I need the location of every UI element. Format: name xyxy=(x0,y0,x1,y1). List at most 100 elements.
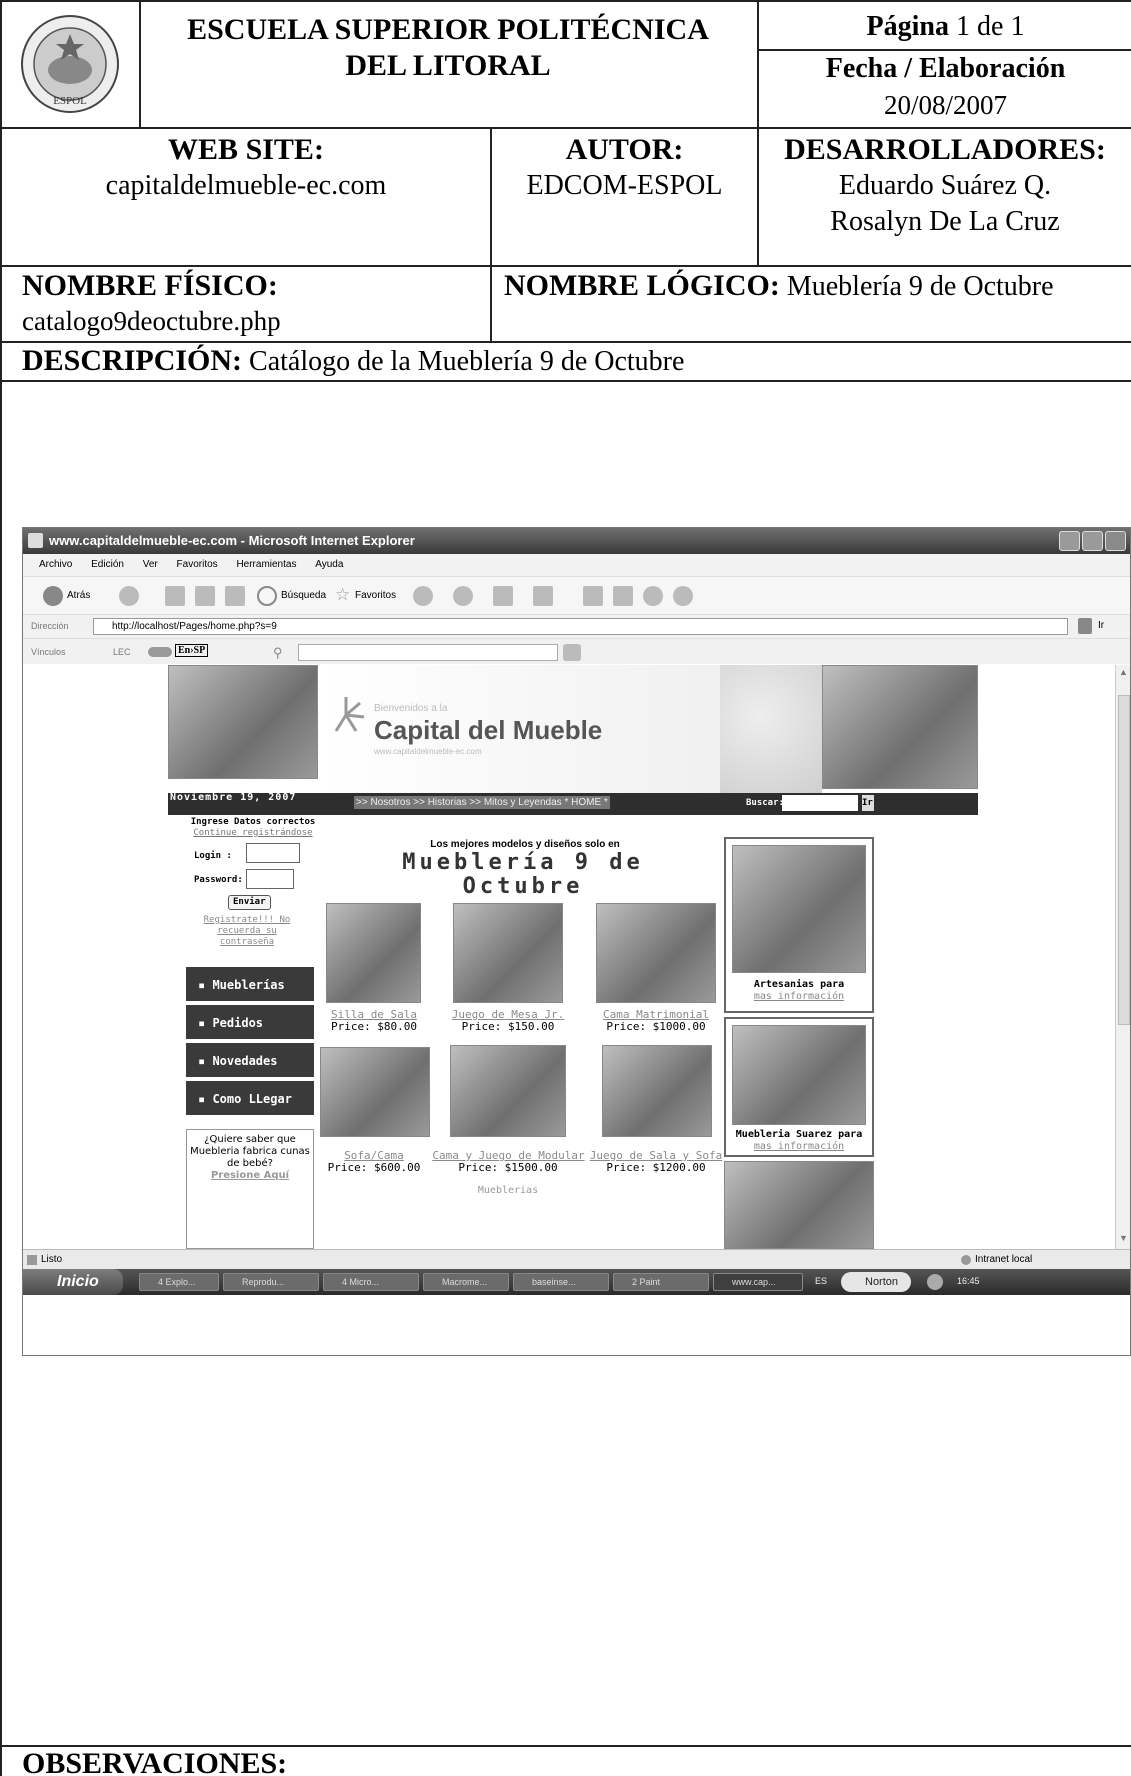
links-label[interactable]: Vínculos xyxy=(31,647,66,657)
favorites-icon[interactable]: ☆ xyxy=(335,585,350,605)
institution-name: ESCUELA SUPERIOR POLITÉCNICA DEL LITORAL xyxy=(142,12,754,84)
menu-item-archivo[interactable]: Archivo xyxy=(39,559,72,570)
scroll-down-icon[interactable]: ▼ xyxy=(1119,1233,1128,1243)
go-icon[interactable] xyxy=(1078,618,1092,634)
side-menu-pedidos[interactable]: ▪ Pedidos xyxy=(186,1005,314,1041)
frame-line xyxy=(0,127,1131,129)
ad-image-partial[interactable] xyxy=(724,1161,874,1249)
site-search-go[interactable]: Ir xyxy=(862,795,874,811)
edit-icon[interactable] xyxy=(533,586,553,606)
research-icon[interactable] xyxy=(613,586,633,606)
frame-line xyxy=(0,0,1131,2)
stop-icon[interactable] xyxy=(165,586,185,606)
taskbar-item[interactable]: 4 Explo... xyxy=(139,1273,219,1291)
refresh-icon[interactable] xyxy=(195,586,215,606)
search-icon[interactable] xyxy=(257,586,277,606)
ad-link[interactable]: mas información xyxy=(726,991,872,1002)
side-menu-novedades[interactable]: ▪ Novedades xyxy=(186,1043,314,1079)
mueblerias-partial-heading: Mueblerias xyxy=(477,1185,539,1196)
taskbar-item[interactable]: 2 Paint xyxy=(613,1273,709,1291)
banner-logo-area: Bienvenidos a la Capital del Mueble www.… xyxy=(320,665,720,793)
side-menu-label: Pedidos xyxy=(212,1016,264,1030)
physical-name-value: catalogo9deoctubre.php xyxy=(22,306,281,336)
menu-item-herramientas[interactable]: Herramientas xyxy=(236,559,296,570)
magnifier-icon[interactable]: ⚲ xyxy=(273,645,283,661)
close-button[interactable] xyxy=(1105,531,1126,551)
links-search-input[interactable] xyxy=(298,644,558,661)
norton-tray[interactable]: Norton xyxy=(841,1272,911,1292)
product-image[interactable] xyxy=(326,903,421,1003)
media-icon[interactable] xyxy=(643,586,663,606)
developer-name: Eduardo Suárez Q. xyxy=(838,170,1052,201)
ad-box[interactable]: Muebleria Suarez para mas información xyxy=(724,1017,874,1157)
product-image[interactable] xyxy=(602,1045,712,1137)
back-icon[interactable] xyxy=(43,586,63,606)
go-label[interactable]: Ir xyxy=(1098,620,1104,631)
scroll-up-icon[interactable]: ▲ xyxy=(1119,667,1128,677)
forward-icon[interactable] xyxy=(119,586,139,606)
promo-text: ¿Quiere saber que Muebleria fabrica cuna… xyxy=(190,1134,310,1169)
product-image[interactable] xyxy=(320,1047,430,1137)
developers-cell: DESARROLLADORES: Eduardo Suárez Q. Rosal… xyxy=(759,132,1131,240)
msn-icon[interactable] xyxy=(673,586,693,606)
search-label[interactable]: Búsqueda xyxy=(281,590,326,601)
address-value: http://localhost/Pages/home.php?s=9 xyxy=(112,621,277,632)
links-search-go-icon[interactable] xyxy=(563,644,581,661)
password-input[interactable] xyxy=(246,869,294,889)
taskbar-item[interactable]: baseinse... xyxy=(513,1273,609,1291)
ad-link[interactable]: mas información xyxy=(726,1141,872,1152)
history-icon[interactable] xyxy=(413,586,433,606)
product-image[interactable] xyxy=(596,903,716,1003)
taskbar-item-active[interactable]: www.cap... xyxy=(713,1273,803,1291)
translate-icon[interactable] xyxy=(148,647,172,657)
menu-item-ayuda[interactable]: Ayuda xyxy=(315,559,343,570)
language-indicator[interactable]: ES xyxy=(815,1276,827,1286)
browser-screenshot: www.capitaldelmueble-ec.com - Microsoft … xyxy=(22,527,1131,1356)
login-input[interactable] xyxy=(246,843,300,863)
messenger-icon[interactable] xyxy=(583,586,603,606)
register-link[interactable]: Registrate!!! No recuerda su contraseña xyxy=(192,915,302,948)
banner-photo-dining xyxy=(168,665,318,779)
start-button[interactable]: Inicio xyxy=(23,1269,123,1295)
back-label[interactable]: Atrás xyxy=(67,590,90,601)
tray-icon[interactable] xyxy=(927,1274,943,1290)
mail-icon[interactable] xyxy=(453,586,473,606)
send-button[interactable]: Enviar xyxy=(228,895,271,910)
description-value: Catálogo de la Mueblería 9 de Octubre xyxy=(249,346,685,377)
ad-box[interactable]: Artesanias para mas información xyxy=(724,837,874,1013)
login-subtitle[interactable]: Continue registrándose xyxy=(178,828,328,839)
password-label: Password: xyxy=(194,875,243,885)
page-value: 1 de 1 xyxy=(956,11,1025,42)
maximize-button[interactable] xyxy=(1082,531,1103,551)
site-nav-links[interactable]: >> Nosotros >> Historias >> Mitos y Leye… xyxy=(354,796,610,809)
product-image[interactable] xyxy=(453,903,563,1003)
physical-name-cell: NOMBRE FÍSICO: catalogo9deoctubre.php xyxy=(22,268,488,338)
ie-icon xyxy=(28,533,43,548)
taskbar-item[interactable]: Macrome... xyxy=(423,1273,509,1291)
site-search-input[interactable] xyxy=(782,795,858,811)
product-image[interactable] xyxy=(450,1045,566,1137)
vertical-scrollbar[interactable]: ▲ ▼ xyxy=(1115,665,1130,1249)
scroll-thumb[interactable] xyxy=(1118,695,1130,1025)
menu-item-edicion[interactable]: Edición xyxy=(91,559,124,570)
print-icon[interactable] xyxy=(493,586,513,606)
menu-item-favoritos[interactable]: Favoritos xyxy=(177,559,218,570)
address-input[interactable]: http://localhost/Pages/home.php?s=9 xyxy=(93,618,1068,635)
taskbar-item[interactable]: Reprodu... xyxy=(223,1273,319,1291)
lec-label[interactable]: LEC xyxy=(113,647,131,657)
developer-name: Rosalyn De La Cruz xyxy=(830,206,1060,237)
home-icon[interactable] xyxy=(225,586,245,606)
browser-title-bar: www.capitaldelmueble-ec.com - Microsoft … xyxy=(23,528,1130,554)
side-menu-como-llegar[interactable]: ▪ Como LLegar xyxy=(186,1081,314,1117)
website-label: WEB SITE: xyxy=(168,133,324,166)
menu-item-ver[interactable]: Ver xyxy=(143,559,158,570)
translate-dropdown[interactable]: En›SP xyxy=(175,644,209,657)
start-label: Inicio xyxy=(57,1273,99,1290)
address-bar: Dirección http://localhost/Pages/home.ph… xyxy=(23,614,1130,638)
favorites-label[interactable]: Favoritos xyxy=(355,590,396,601)
frame-line xyxy=(0,380,1131,382)
taskbar-item[interactable]: 4 Micro... xyxy=(323,1273,419,1291)
side-menu-mueblerias[interactable]: ▪ Mueblerías xyxy=(186,967,314,1003)
minimize-button[interactable] xyxy=(1059,531,1080,551)
promo-link[interactable]: Presione Aquí xyxy=(187,1170,313,1182)
